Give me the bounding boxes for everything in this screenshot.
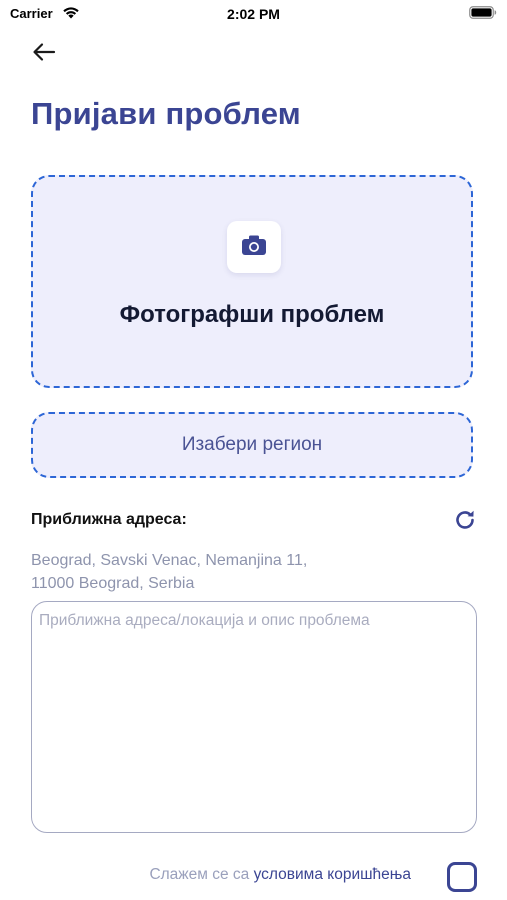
address-line-2: 11000 Beograd, Serbia xyxy=(31,575,195,592)
camera-tile xyxy=(227,221,281,273)
select-region-button[interactable]: Изабери регион xyxy=(31,412,473,478)
refresh-address-button[interactable] xyxy=(453,508,477,532)
approximate-address-label: Приближна адреса: xyxy=(31,511,187,528)
terms-row: Слажем се са условима коришћења xyxy=(149,866,411,884)
address-value: Beograd, Savski Venac, Nemanjina 11, 110… xyxy=(31,549,371,595)
refresh-icon xyxy=(453,510,477,536)
back-button[interactable] xyxy=(30,40,58,68)
terms-checkbox[interactable] xyxy=(447,862,477,892)
status-bar: Carrier 2:02 PM xyxy=(0,0,507,28)
problem-description-input[interactable] xyxy=(31,601,477,833)
status-time: 2:02 PM xyxy=(227,6,280,22)
select-region-label: Изабери регион xyxy=(181,434,323,455)
camera-icon xyxy=(241,234,267,261)
terms-of-use-link[interactable]: условима коришћења xyxy=(254,866,411,883)
arrow-left-icon xyxy=(32,42,56,67)
page-title: Пријави проблем xyxy=(31,96,301,131)
photograph-problem-button[interactable]: Фотографши проблем xyxy=(31,175,473,388)
address-line-1: Beograd, Savski Venac, Nemanjina 11, xyxy=(31,552,308,569)
terms-prefix-label: Слажем се са xyxy=(149,866,250,883)
battery-icon xyxy=(469,6,497,19)
photograph-problem-label: Фотографши проблем xyxy=(119,301,385,328)
